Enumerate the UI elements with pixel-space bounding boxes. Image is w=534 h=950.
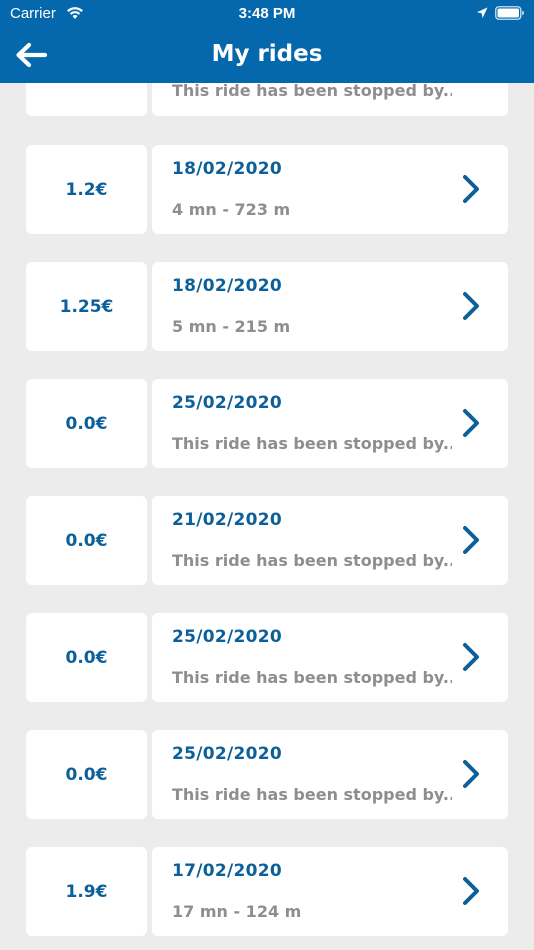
ride-details: 25/02/2020 This ride has been stopped by…	[152, 613, 508, 702]
chevron-right-icon	[463, 877, 479, 905]
status-bar: Carrier 3:48 PM	[0, 0, 534, 28]
ride-details: 18/02/2020 5 mn - 215 m	[152, 262, 508, 351]
ride-price: 0.0€	[26, 379, 147, 468]
ride-date: 18/02/2020	[172, 159, 283, 179]
ride-price: 0.0€	[26, 730, 147, 819]
ride-price: 0.0€	[26, 496, 147, 585]
status-time: 3:48 PM	[238, 5, 296, 22]
ride-info: This ride has been stopped by...	[172, 434, 452, 453]
location-arrow-icon	[476, 7, 488, 18]
chevron-right-icon	[463, 526, 479, 554]
ride-date: 21/02/2020	[172, 510, 283, 530]
ride-info: This ride has been stopped by...	[172, 785, 452, 804]
ride-details: 17/02/2020 17 mn - 124 m	[152, 847, 508, 936]
ride-price: 1.9€	[26, 847, 147, 936]
page-title: My rides	[211, 41, 323, 67]
ride-date: 18/02/2020	[172, 276, 283, 296]
ride-details: This ride has been stopped by...	[152, 83, 508, 116]
chevron-right-icon	[463, 409, 479, 437]
chevron-right-icon	[463, 643, 479, 671]
ride-price: 1.2€	[26, 145, 147, 234]
app-header: Carrier 3:48 PM My rides	[0, 0, 534, 83]
ride-price: 0.0€	[26, 613, 147, 702]
ride-row[interactable]: This ride has been stopped by...	[26, 83, 508, 116]
ride-date: 17/02/2020	[172, 861, 283, 881]
ride-info: This ride has been stopped by...	[172, 668, 452, 687]
ride-row[interactable]: 0.0€ 25/02/2020 This ride has been stopp…	[26, 730, 508, 819]
ride-details: 25/02/2020 This ride has been stopped by…	[152, 730, 508, 819]
ride-row[interactable]: 0.0€ 25/02/2020 This ride has been stopp…	[26, 379, 508, 468]
ride-details: 18/02/2020 4 mn - 723 m	[152, 145, 508, 234]
ride-date: 25/02/2020	[172, 744, 283, 764]
ride-date: 25/02/2020	[172, 393, 283, 413]
ride-info: 4 mn - 723 m	[172, 200, 291, 219]
ride-row[interactable]: 0.0€ 21/02/2020 This ride has been stopp…	[26, 496, 508, 585]
ride-info: 17 mn - 124 m	[172, 902, 302, 921]
battery-icon	[495, 6, 524, 20]
ride-details: 25/02/2020 This ride has been stopped by…	[152, 379, 508, 468]
ride-row[interactable]: 1.9€ 17/02/2020 17 mn - 124 m	[26, 847, 508, 936]
ride-info: This ride has been stopped by...	[172, 551, 452, 570]
chevron-right-icon	[463, 175, 479, 203]
ride-date: 25/02/2020	[172, 627, 283, 647]
ride-row[interactable]: 0.0€ 25/02/2020 This ride has been stopp…	[26, 613, 508, 702]
rides-list[interactable]: This ride has been stopped by... 1.2€ 18…	[0, 83, 534, 950]
ride-info: 5 mn - 215 m	[172, 317, 291, 336]
ride-price	[26, 83, 147, 116]
chevron-right-icon	[463, 760, 479, 788]
ride-row[interactable]: 1.2€ 18/02/2020 4 mn - 723 m	[26, 145, 508, 234]
ride-details: 21/02/2020 This ride has been stopped by…	[152, 496, 508, 585]
ride-info: This ride has been stopped by...	[172, 83, 452, 100]
chevron-right-icon	[463, 292, 479, 320]
ride-price: 1.25€	[26, 262, 147, 351]
ride-row[interactable]: 1.25€ 18/02/2020 5 mn - 215 m	[26, 262, 508, 351]
